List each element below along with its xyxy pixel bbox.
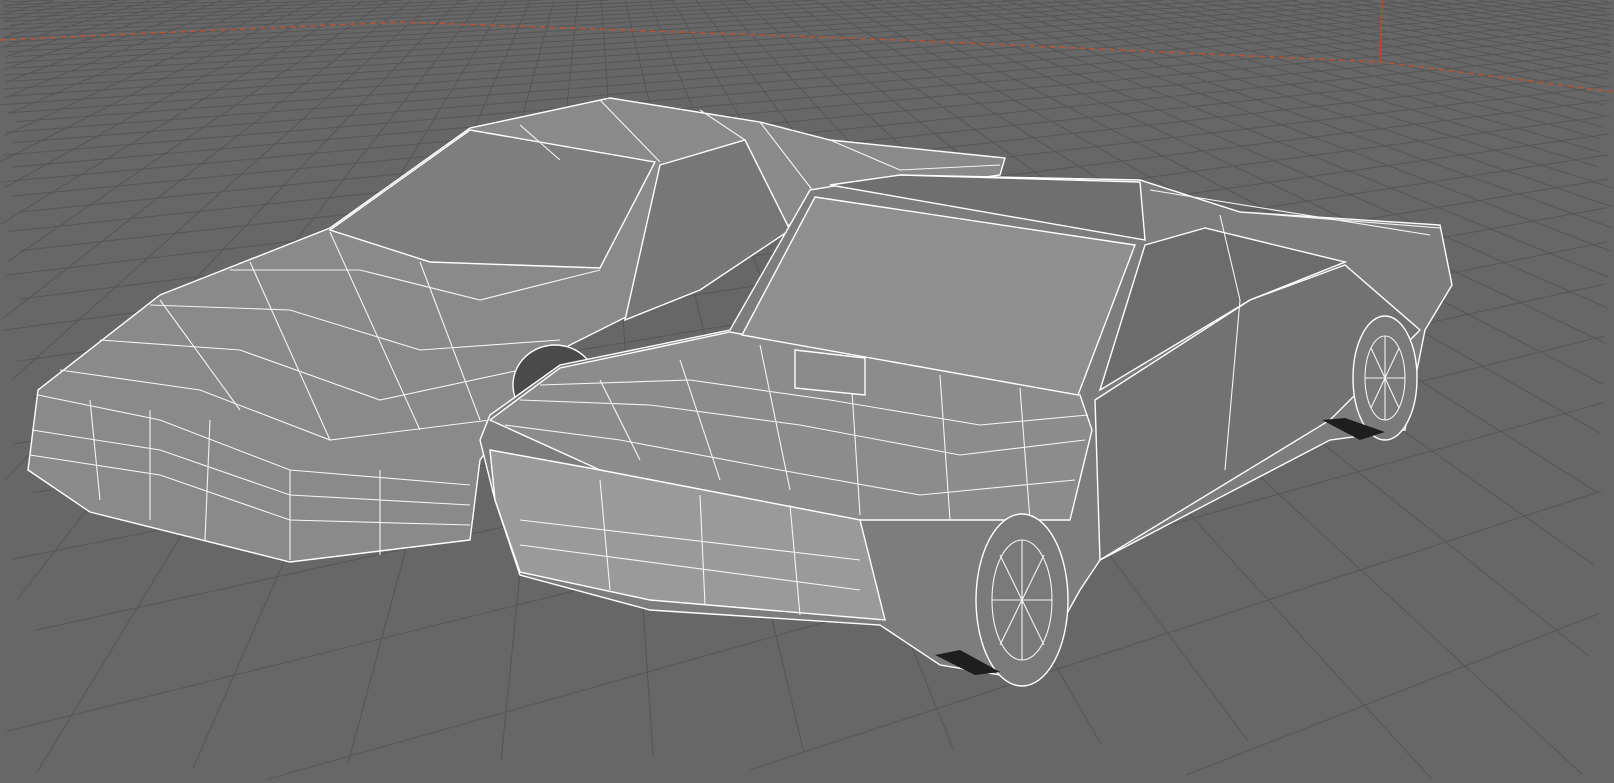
sedan-front-wheel — [975, 513, 1069, 687]
grid-line — [0, 0, 10, 3]
grid-line — [1186, 613, 1600, 776]
sedan-hood-scoop — [794, 349, 866, 396]
grid-line — [0, 0, 1507, 106]
grid-line — [1292, 0, 1610, 66]
sedan-rear-wheel — [1352, 315, 1418, 441]
grid-line — [1600, 0, 1609, 3]
viewport-canvas[interactable] — [0, 0, 1614, 783]
grid-line — [2, 0, 247, 99]
grid-line — [12, 0, 1024, 58]
grid-line — [4, 0, 1232, 76]
3d-viewport[interactable] — [0, 0, 1614, 783]
grid-line — [7, 0, 388, 263]
grid-line — [8, 0, 53, 3]
